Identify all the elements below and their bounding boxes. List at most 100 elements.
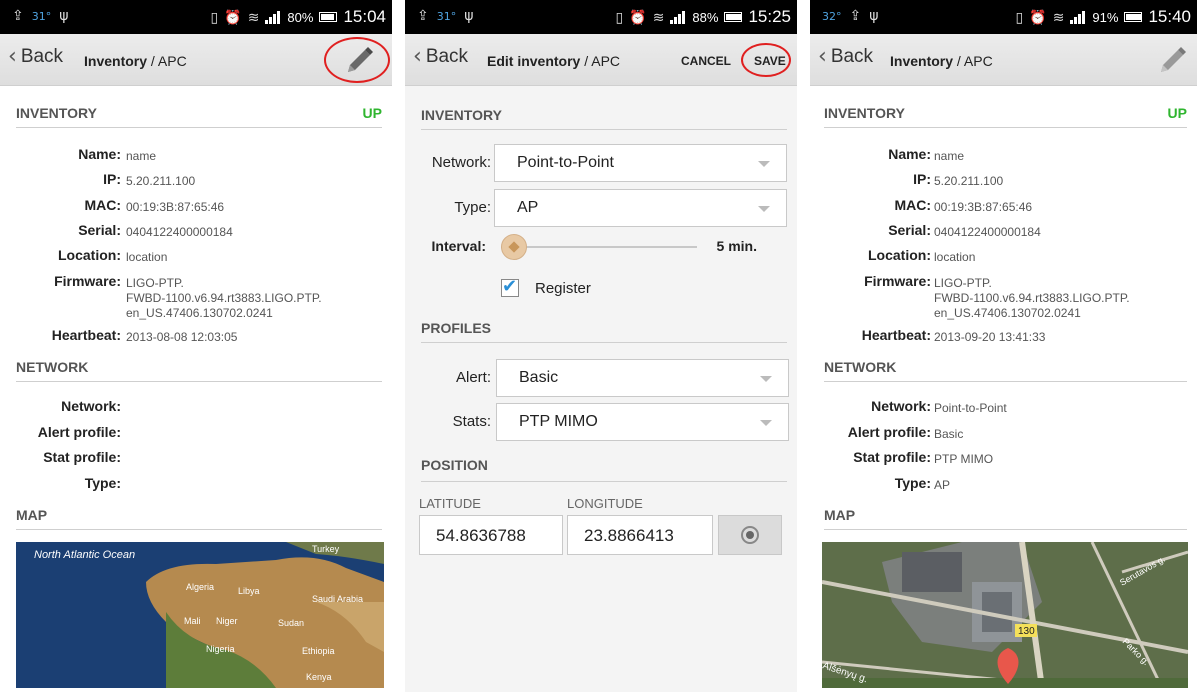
field-value: Basic xyxy=(934,427,964,441)
alert-select[interactable]: Basic xyxy=(496,359,789,397)
field-label: Heartbeat: xyxy=(51,327,121,343)
action-bar: ‹ Back Inventory / APC xyxy=(810,34,1197,86)
page-title: Inventory / APC xyxy=(84,53,187,69)
field-label: Firmware: xyxy=(54,273,121,289)
field-value: location xyxy=(934,250,976,264)
map-section-header: MAP xyxy=(824,507,1187,530)
action-bar: ‹ Back Inventory / APC xyxy=(0,34,392,86)
status-right: ▯ ⏰ ≋ 80% 15:04 xyxy=(211,7,386,27)
map-view[interactable]: North Atlantic Ocean Algeria Libya Mali … xyxy=(16,542,384,688)
field-value: 2013-08-08 12:03:05 xyxy=(126,330,238,344)
clock: 15:40 xyxy=(1148,7,1191,26)
field-label: Stat profile: xyxy=(853,449,931,465)
page-title: Inventory / APC xyxy=(890,53,993,69)
battery-icon xyxy=(1124,12,1143,22)
network-label: Network: xyxy=(431,154,491,171)
map-label: Mali xyxy=(184,616,201,626)
dropdown-caret-icon xyxy=(758,206,770,212)
network-section-header: NETWORK xyxy=(824,359,1187,382)
inventory-view-updated-screen: 32° ⇪ ψ ▯ ⏰ ≋ 91% 15:40 ‹ Back Inventory… xyxy=(810,0,1197,692)
longitude-input[interactable]: 23.8866413 xyxy=(567,515,713,555)
stats-value: PTP MIMO xyxy=(519,413,598,430)
field-value: 2013-09-20 13:41:33 xyxy=(934,330,1046,344)
field-label: Alert profile: xyxy=(37,424,121,440)
alarm-icon: ⏰ xyxy=(224,8,242,25)
action-bar: ‹ Back Edit inventory / APC CANCEL SAVE xyxy=(405,34,797,86)
satellite-map: North Atlantic Ocean Algeria Libya Mali … xyxy=(16,542,384,688)
longitude-label: LONGITUDE xyxy=(567,496,643,511)
field-value: 5.20.211.100 xyxy=(126,174,196,188)
back-button[interactable]: ‹ Back xyxy=(8,46,63,68)
chevron-left-icon: ‹ xyxy=(818,44,827,69)
back-button[interactable]: ‹ Back xyxy=(413,46,468,68)
title-main: Inventory xyxy=(84,53,148,69)
field-label: Type: xyxy=(84,475,121,491)
interval-value: 5 min. xyxy=(716,238,757,254)
edit-button[interactable] xyxy=(1153,44,1187,78)
field-value: LIGO-PTP. FWBD-1100.v6.94.rt3883.LIGO.PT… xyxy=(934,276,1130,320)
alert-label: Alert: xyxy=(455,369,491,386)
highlight-ring xyxy=(324,37,390,83)
locate-target-icon xyxy=(741,526,759,544)
map-header: MAP xyxy=(16,507,48,523)
signal-icon xyxy=(265,10,281,24)
usb-icon: ψ xyxy=(464,8,474,24)
battery-icon xyxy=(319,12,338,22)
field-label: Location: xyxy=(58,247,121,263)
latitude-input[interactable]: 54.8636788 xyxy=(419,515,563,555)
field-label: Network: xyxy=(871,398,931,414)
field-value: PTP MIMO xyxy=(934,452,994,466)
battery-icon xyxy=(724,12,743,22)
register-checkbox[interactable] xyxy=(501,276,519,297)
highlight-ring xyxy=(741,43,791,77)
temperature: 32° xyxy=(822,9,842,23)
upload-icon: ⇪ xyxy=(12,8,24,24)
field-value: LIGO-PTP. FWBD-1100.v6.94.rt3883.LIGO.PT… xyxy=(126,276,322,320)
interval-slider-thumb[interactable] xyxy=(501,234,527,260)
profiles-header: PROFILES xyxy=(421,320,492,336)
network-value: Point-to-Point xyxy=(517,154,614,171)
field-label: Type: xyxy=(894,475,931,491)
title-main: Edit inventory xyxy=(487,53,581,69)
back-label: Back xyxy=(425,46,469,67)
status-left: ⇪ 31° ψ xyxy=(417,8,473,24)
stats-select[interactable]: PTP MIMO xyxy=(496,403,789,441)
wifi-icon: ≋ xyxy=(1052,8,1065,25)
field-label: Location: xyxy=(868,247,931,263)
temperature: 31° xyxy=(436,9,457,23)
field-label: IP: xyxy=(103,171,121,187)
back-label: Back xyxy=(830,46,874,67)
battery-percent: 80% xyxy=(287,9,314,25)
inventory-header: INVENTORY xyxy=(421,107,502,123)
alert-value: Basic xyxy=(519,369,559,386)
status-bar: ⇪ 31° ψ ▯ ⏰ ≋ 80% 15:04 xyxy=(0,0,392,34)
vibrate-icon: ▯ xyxy=(615,8,624,25)
status-right: ▯ ⏰ ≋ 88% 15:25 xyxy=(616,7,791,27)
field-label: Network: xyxy=(61,398,121,414)
page-title: Edit inventory / APC xyxy=(487,53,620,69)
inventory-section-header: INVENTORY UP xyxy=(16,105,382,128)
field-label: Heartbeat: xyxy=(861,327,931,343)
network-select[interactable]: Point-to-Point xyxy=(494,144,787,182)
field-label: Alert profile: xyxy=(847,424,931,440)
wifi-icon: ≋ xyxy=(247,8,260,25)
latitude-label: LATITUDE xyxy=(419,496,481,511)
map-label: Kenya xyxy=(306,672,332,682)
cancel-button[interactable]: CANCEL xyxy=(681,54,731,68)
status-right: ▯ ⏰ ≋ 91% 15:40 xyxy=(1016,7,1191,27)
type-label: Type: xyxy=(454,199,491,216)
map-view[interactable]: Alšėnyų g. 130 Serutavos g. Parko g. xyxy=(822,542,1188,688)
type-select[interactable]: AP xyxy=(494,189,787,227)
signal-icon xyxy=(1070,10,1086,24)
back-button[interactable]: ‹ Back xyxy=(818,46,873,68)
map-label: Ethiopia xyxy=(302,646,335,656)
satellite-map: Alšėnyų g. 130 Serutavos g. Parko g. xyxy=(822,542,1188,688)
status-bar: 32° ⇪ ψ ▯ ⏰ ≋ 91% 15:40 xyxy=(810,0,1197,34)
field-value: 5.20.211.100 xyxy=(934,174,1004,188)
dropdown-caret-icon xyxy=(758,161,770,167)
interval-slider-track[interactable] xyxy=(501,246,697,248)
battery-percent: 91% xyxy=(1092,9,1119,25)
field-value: 0404122400000184 xyxy=(934,225,1041,239)
locate-button[interactable] xyxy=(718,515,782,555)
field-label: Stat profile: xyxy=(43,449,121,465)
